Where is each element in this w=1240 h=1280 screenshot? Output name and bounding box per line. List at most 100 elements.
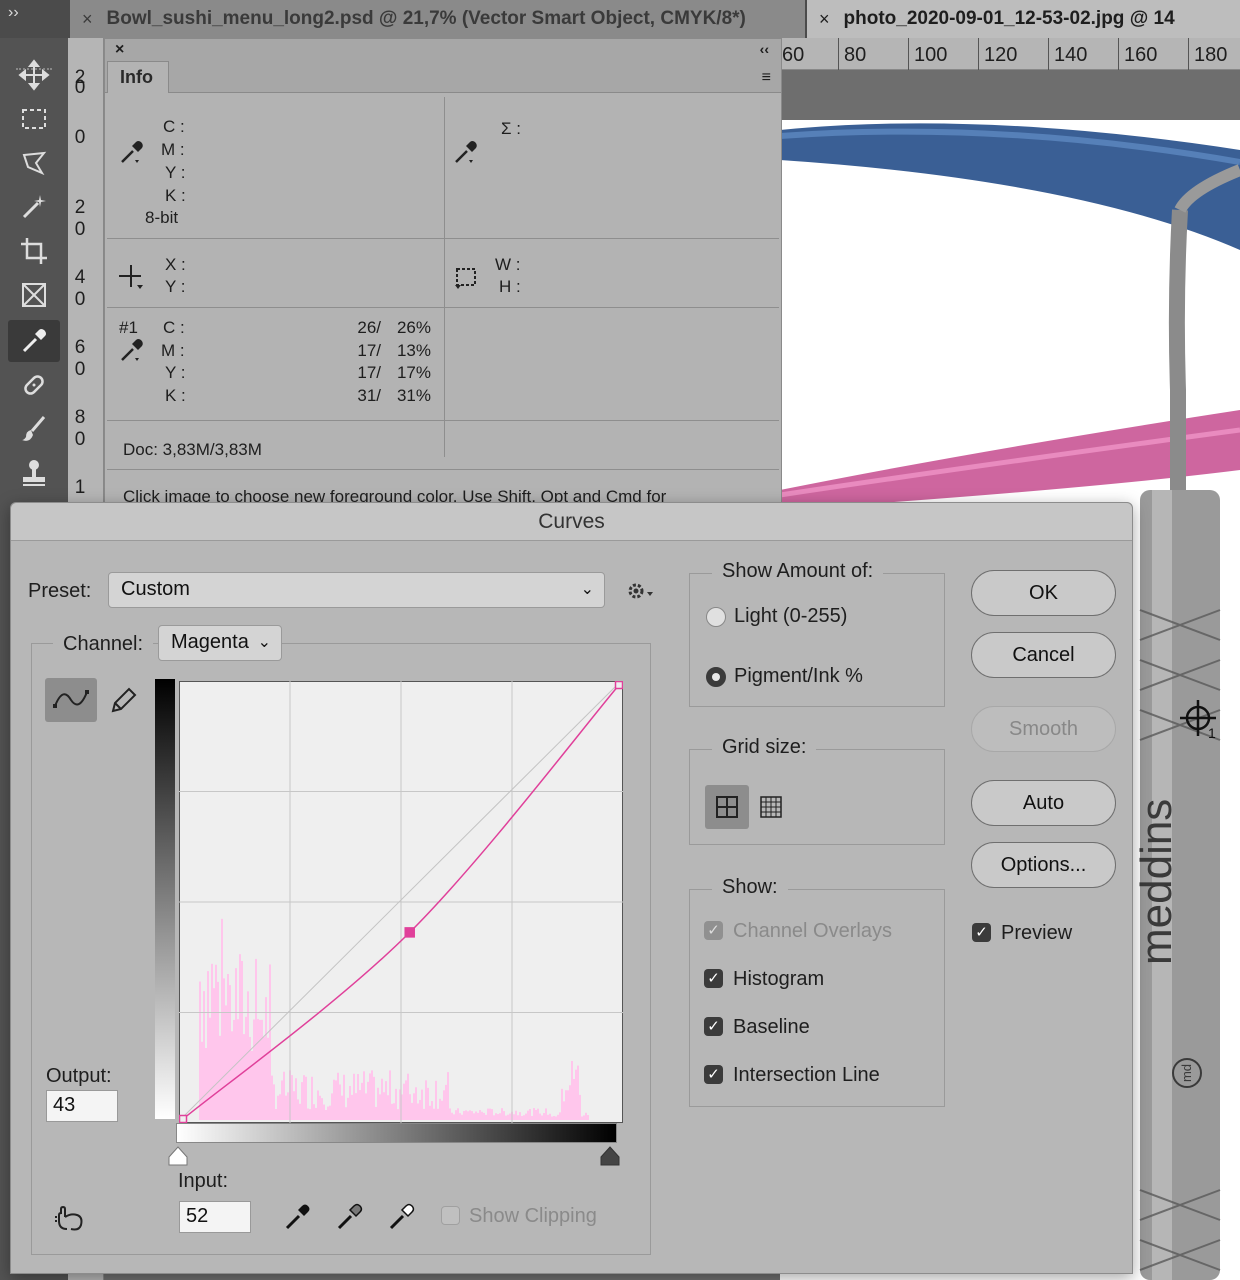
baseline-label: Baseline xyxy=(733,1016,810,1038)
chevron-down-icon: ⌄ xyxy=(257,634,271,651)
pencil-icon[interactable] xyxy=(107,683,139,717)
move-tool-icon[interactable] xyxy=(8,54,60,96)
detailed-grid-icon[interactable] xyxy=(759,795,783,819)
panel-collapse-toggle[interactable]: ›› xyxy=(8,4,19,22)
gear-icon[interactable] xyxy=(625,579,655,603)
black-point-slider[interactable] xyxy=(599,1145,621,1167)
brush-tool-icon[interactable] xyxy=(8,408,60,450)
sampler-k-label: K : xyxy=(165,386,186,405)
eyedropper-tool-icon[interactable] xyxy=(8,320,60,362)
doc-size: Doc: 3,83M/3,83M xyxy=(123,440,262,459)
sampler-c-after: 26% xyxy=(396,318,431,337)
options-button[interactable]: Options... xyxy=(971,842,1116,888)
brand-logo: md xyxy=(1172,1058,1202,1088)
cmyk-m-label: M : xyxy=(161,140,185,159)
document-tab-bar: ›› × Bowl_sushi_menu_long2.psd @ 21,7% (… xyxy=(0,0,1240,38)
curve-control-point[interactable] xyxy=(404,927,415,938)
light-radio-label: Light (0-255) xyxy=(734,605,848,627)
curve-control-point[interactable] xyxy=(614,681,623,690)
collapse-panel-icon[interactable]: ‹‹ xyxy=(760,41,769,57)
ruler-label: 140 xyxy=(1054,44,1088,66)
cmyk-c-label: C : xyxy=(163,117,185,136)
eyedropper-icon[interactable] xyxy=(119,335,147,363)
sampler-y-before: 17/ xyxy=(357,363,381,382)
preview-label: Preview xyxy=(1001,922,1073,944)
pigment-radio[interactable] xyxy=(706,667,726,687)
curve-control-point[interactable] xyxy=(179,1114,188,1123)
ok-button[interactable]: OK xyxy=(971,570,1116,616)
chevron-down-icon: ⌄ xyxy=(580,581,594,598)
grid-size-title: Grid size: xyxy=(712,736,817,759)
dialog-title: Curves xyxy=(11,503,1132,541)
magic-wand-tool-icon[interactable] xyxy=(8,186,60,228)
h-label: H : xyxy=(499,277,521,296)
light-radio[interactable] xyxy=(706,607,726,627)
lasso-tool-icon[interactable] xyxy=(8,142,60,184)
document-tab-photo[interactable]: × photo_2020-09-01_12-53-02.jpg @ 14 xyxy=(807,0,1240,38)
curve-point-tool-button[interactable] xyxy=(45,678,97,722)
close-tab-icon[interactable]: × xyxy=(82,9,93,30)
tab-title: photo_2020-09-01_12-53-02.jpg @ 14 xyxy=(843,8,1175,29)
info-panel: × ‹‹ Info ≡ C : M : Y : K : 8-bit Σ : X … xyxy=(104,38,782,508)
selection-size-icon xyxy=(455,268,476,289)
curve-icon xyxy=(53,690,89,708)
sampler-k-after: 31% xyxy=(396,386,431,405)
output-label: Output: xyxy=(46,1065,112,1087)
baseline-checkbox[interactable]: ✓ xyxy=(704,1017,723,1036)
targeted-adjustment-icon[interactable] xyxy=(53,1203,89,1233)
preset-value: Custom xyxy=(121,578,190,600)
gray-point-eyedropper-icon[interactable] xyxy=(335,1201,365,1231)
show-clipping-checkbox[interactable] xyxy=(441,1206,460,1225)
simple-grid-button[interactable] xyxy=(705,785,749,829)
tab-title: Bowl_sushi_menu_long2.psd @ 21,7% (Vecto… xyxy=(106,8,746,29)
auto-button[interactable]: Auto xyxy=(971,780,1116,826)
healing-brush-tool-icon[interactable] xyxy=(8,364,60,406)
white-point-slider[interactable] xyxy=(167,1145,189,1167)
channel-overlays-label: Channel Overlays xyxy=(733,920,892,942)
white-point-eyedropper-icon[interactable] xyxy=(387,1201,417,1231)
preset-select[interactable]: Custom ⌄ xyxy=(108,572,605,608)
input-field[interactable]: 52 xyxy=(179,1201,251,1233)
cmyk-y-label: Y : xyxy=(165,163,186,182)
frame-tool-icon[interactable] xyxy=(8,274,60,316)
show-amount-title: Show Amount of: xyxy=(712,560,884,583)
ruler-label: 0 xyxy=(74,77,86,98)
tab-info[interactable]: Info xyxy=(107,61,169,93)
clone-stamp-tool-icon[interactable] xyxy=(8,452,60,494)
sampler-m-after: 13% xyxy=(396,341,431,360)
cancel-button[interactable]: Cancel xyxy=(971,632,1116,678)
panel-header: × ‹‹ xyxy=(105,39,781,63)
channel-select[interactable]: Magenta ⌄ xyxy=(158,625,282,661)
curve-graph[interactable] xyxy=(179,681,623,1123)
preview-checkbox[interactable]: ✓ xyxy=(972,923,991,942)
marquee-tool-icon[interactable] xyxy=(8,98,60,140)
input-label: Input: xyxy=(178,1170,229,1192)
sum-label: Σ : xyxy=(501,119,521,138)
eyedropper-icon[interactable] xyxy=(453,137,481,165)
intersection-line-label: Intersection Line xyxy=(733,1064,880,1086)
panel-tab-strip xyxy=(105,63,781,93)
output-field[interactable]: 43 xyxy=(46,1090,118,1122)
x-label: X : xyxy=(165,255,186,274)
close-panel-icon[interactable]: × xyxy=(115,41,124,59)
sampler-c-label: C : xyxy=(163,318,185,337)
channel-overlays-checkbox[interactable]: ✓ xyxy=(704,921,723,940)
black-point-eyedropper-icon[interactable] xyxy=(283,1201,313,1231)
document-tab-bowl-sushi[interactable]: × Bowl_sushi_menu_long2.psd @ 21,7% (Vec… xyxy=(70,0,805,38)
eyedropper-icon[interactable] xyxy=(119,137,147,165)
sampler-y-after: 17% xyxy=(396,363,431,382)
close-tab-icon[interactable]: × xyxy=(819,9,830,30)
ruler-label: 0 xyxy=(74,127,86,148)
ruler-label: 0 xyxy=(74,289,86,310)
crop-tool-icon[interactable] xyxy=(8,230,60,272)
ruler-label: 120 xyxy=(984,44,1018,66)
smooth-button[interactable]: Smooth xyxy=(971,706,1116,752)
histogram-checkbox[interactable]: ✓ xyxy=(704,969,723,988)
intersection-line-checkbox[interactable]: ✓ xyxy=(704,1065,723,1084)
panel-menu-icon[interactable]: ≡ xyxy=(762,69,771,87)
ruler-label: 6 xyxy=(74,337,86,358)
simple-grid-icon xyxy=(716,796,738,818)
ruler-label: 60 xyxy=(782,44,805,66)
ruler-label: 0 xyxy=(74,429,86,450)
ruler-label: 4 xyxy=(74,267,86,288)
